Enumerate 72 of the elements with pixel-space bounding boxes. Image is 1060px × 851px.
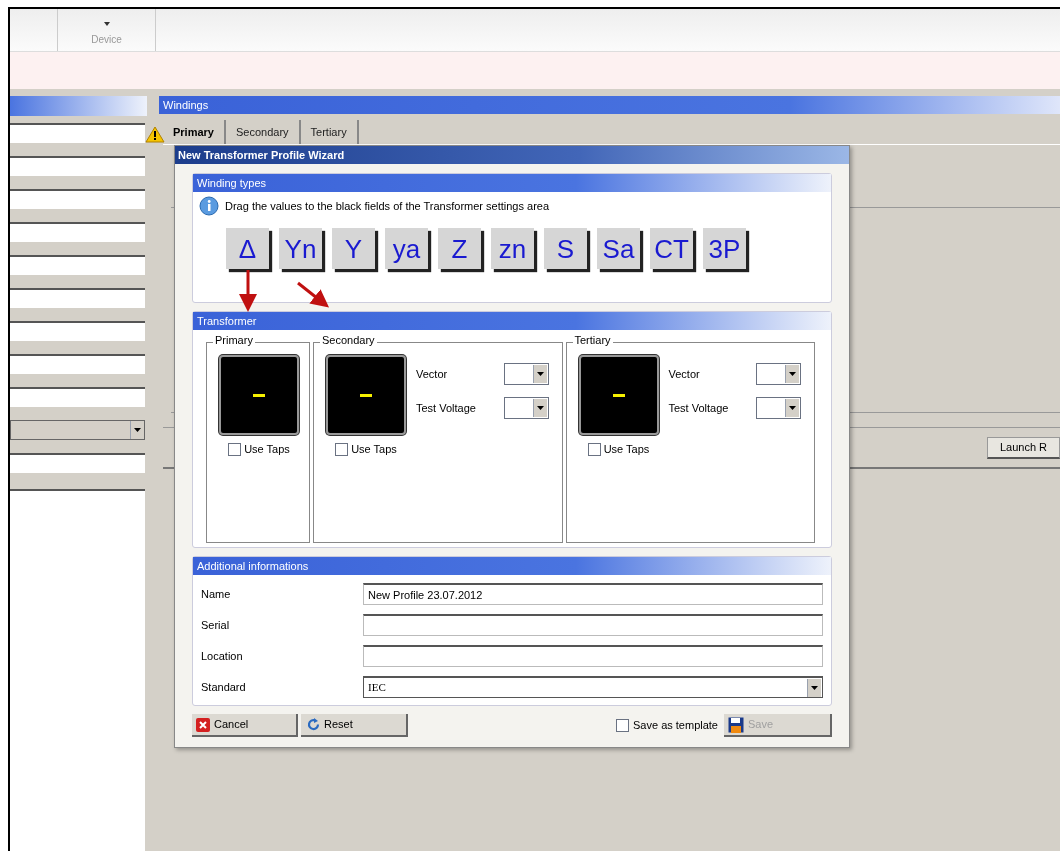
input-field[interactable] [10, 321, 145, 341]
field-label: Vector [416, 366, 449, 382]
input-field[interactable]: New Profile 23.07.2012 [363, 583, 823, 605]
caret-icon[interactable] [103, 22, 110, 26]
field-label: Standard [201, 679, 247, 695]
winding-type-button[interactable]: Δ [226, 228, 269, 269]
dropdown-field[interactable] [503, 397, 549, 419]
winding-type-button[interactable]: Y [332, 228, 375, 269]
field-value: IEC [368, 680, 386, 696]
close-icon [196, 717, 210, 732]
group-label: Tertiary [572, 335, 613, 346]
section-header: Additional informations [193, 557, 831, 575]
group-label: Device [91, 33, 122, 47]
input-field[interactable] [10, 189, 145, 209]
input-field[interactable] [10, 453, 145, 473]
field-label: Name [201, 586, 232, 602]
arrow [239, 270, 257, 312]
reset-button[interactable]: Reset [301, 714, 408, 737]
arrow [297, 281, 330, 308]
input-field[interactable] [10, 222, 145, 242]
info-icon [199, 196, 219, 216]
input-field[interactable] [10, 123, 145, 143]
checkbox-label: Use Taps [603, 442, 650, 457]
panel-header: Windings [159, 96, 1060, 114]
dropdown-field[interactable] [756, 397, 802, 419]
field-label: Location [201, 648, 244, 664]
field-label: Test Voltage [416, 400, 476, 416]
winding-type-button[interactable]: Z [438, 228, 481, 269]
checkbox[interactable] [616, 719, 629, 732]
checkbox[interactable] [228, 442, 242, 456]
field-label: Vector [668, 366, 701, 382]
winding-type-button[interactable]: Sa [597, 228, 640, 269]
winding-type-button[interactable]: Yn [279, 228, 322, 269]
dropdown-field[interactable] [503, 363, 549, 385]
warning-icon [145, 126, 165, 143]
checkbox[interactable] [335, 442, 349, 456]
cancel-button[interactable]: Cancel [192, 714, 298, 737]
dropdown-field[interactable] [756, 363, 802, 385]
drop-field[interactable] [326, 355, 406, 435]
dropdown-field[interactable]: IEC [363, 676, 823, 698]
input-field[interactable] [10, 288, 145, 308]
winding-type-button[interactable]: S [544, 228, 587, 269]
input-field[interactable] [10, 156, 145, 176]
field-label: Test Voltage [668, 400, 729, 416]
input-field[interactable] [363, 614, 823, 636]
checkbox-label: Save as template [633, 718, 718, 734]
launch-button[interactable]: Launch R [986, 436, 1060, 459]
section-header: Winding types [193, 174, 831, 192]
checkbox-label: Use Taps [351, 442, 397, 457]
group-label: Secondary [320, 335, 377, 346]
winding-type-button[interactable]: ya [385, 228, 428, 269]
input-field[interactable] [10, 255, 145, 275]
winding-type-button[interactable]: CT [650, 228, 693, 269]
dropdown-field[interactable] [10, 420, 145, 440]
hint-text: Drag the values to the black fields of the Transformer settings area [225, 198, 550, 214]
empty-marker-icon [253, 393, 265, 397]
empty-marker-icon [612, 393, 625, 397]
group-label: Primary [213, 335, 255, 346]
drop-field[interactable] [219, 355, 299, 435]
checkbox[interactable] [587, 442, 601, 456]
dialog-title: New Transformer Profile Wizard [175, 146, 849, 164]
input-field[interactable] [363, 645, 823, 667]
refresh-icon [307, 718, 320, 731]
section-header: Transformer [193, 312, 831, 330]
drop-field[interactable] [578, 355, 659, 435]
empty-marker-icon [360, 393, 372, 397]
checkbox-label: Use Taps [244, 442, 290, 457]
winding-type-button[interactable]: 3P [703, 228, 746, 269]
input-field[interactable] [10, 354, 145, 374]
field-label: Serial [201, 617, 231, 633]
input-field[interactable] [10, 387, 145, 407]
winding-type-button[interactable]: zn [491, 228, 534, 269]
